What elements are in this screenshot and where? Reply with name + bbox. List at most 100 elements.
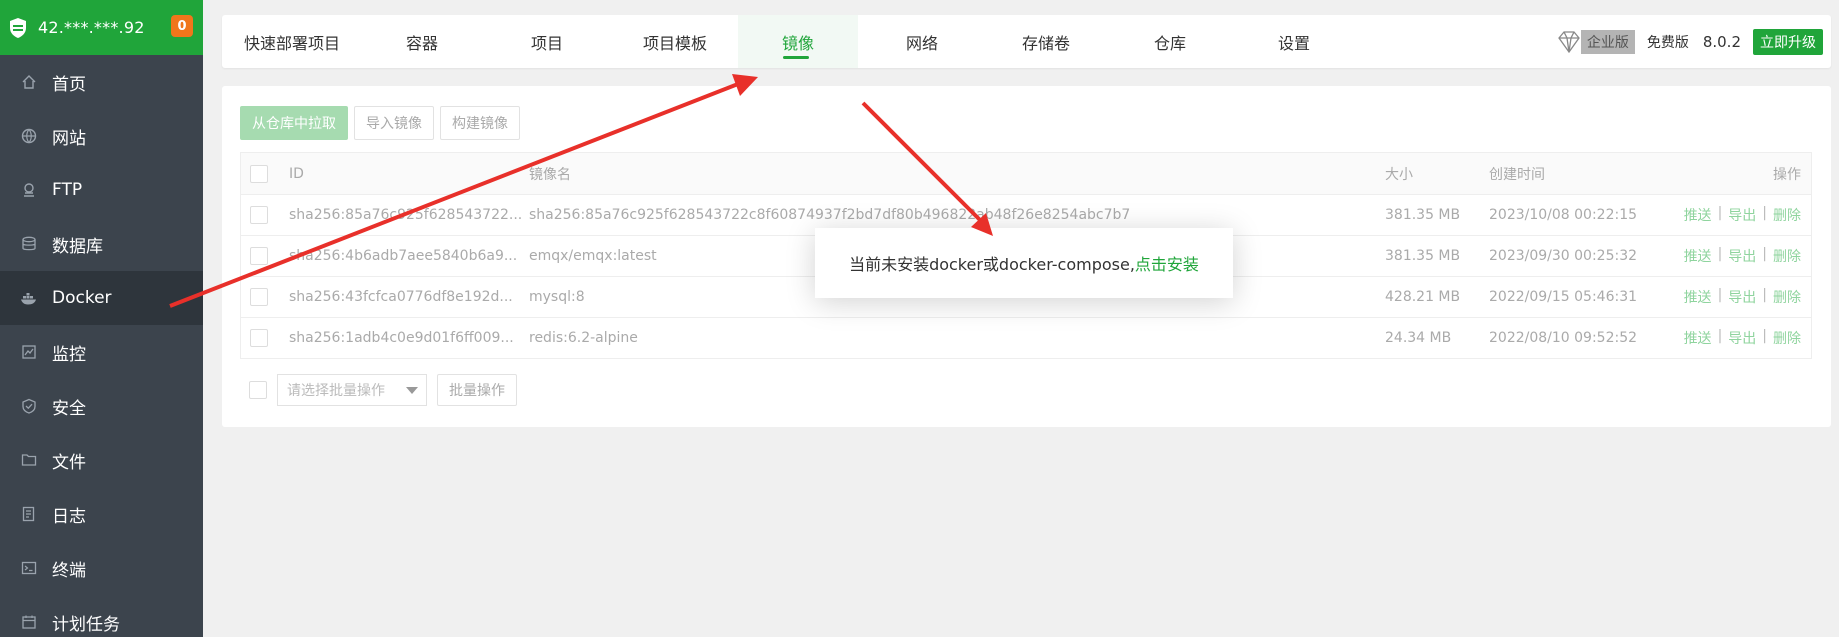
tab-containers[interactable]: 容器 — [362, 15, 482, 68]
free-edition-label: 免费版 — [1646, 35, 1689, 51]
install-link[interactable]: 点击安装 — [1135, 251, 1199, 275]
ops-separator: | — [1762, 246, 1767, 262]
dialog-message: 当前未安装docker或docker-compose, — [849, 255, 1135, 274]
sidebar-item-label: Docker — [52, 288, 112, 308]
image-name: redis:6.2-alpine — [529, 330, 638, 346]
calendar-icon — [20, 613, 38, 631]
sidebar-item-monitor[interactable]: 监控 — [0, 325, 203, 379]
image-id: sha256:4b6adb7aee5840b6a9... — [289, 248, 518, 264]
sidebar-item-cron[interactable]: 计划任务 — [0, 595, 203, 637]
image-id: sha256:85a76c925f628543722... — [289, 207, 523, 223]
shield-icon — [20, 397, 38, 415]
col-name: 镜像名 — [529, 166, 571, 183]
image-size: 428.21 MB — [1385, 289, 1461, 305]
sidebar-item-home[interactable]: 首页 — [0, 55, 203, 109]
tab-images[interactable]: 镜像 — [738, 15, 858, 68]
sidebar-item-database[interactable]: 数据库 — [0, 217, 203, 271]
tab-volumes[interactable]: 存储卷 — [986, 15, 1106, 68]
sidebar-item-label: 监控 — [52, 344, 86, 365]
table-row: sha256:1adb4c0e9d01f6ff009... redis:6.2-… — [241, 317, 1811, 358]
home-icon — [20, 73, 38, 91]
sidebar-item-terminal[interactable]: 终端 — [0, 541, 203, 595]
docker-icon — [20, 289, 38, 307]
tab-quick-deploy[interactable]: 快速部署项目 — [222, 15, 362, 68]
push-link[interactable]: 推送 — [1684, 205, 1712, 225]
upgrade-button[interactable]: 立即升级 — [1753, 29, 1823, 55]
server-ip: 42.***.***.92 — [38, 18, 145, 37]
col-ops: 操作 — [1773, 166, 1801, 183]
sidebar-item-label: 日志 — [52, 506, 86, 527]
image-size: 381.35 MB — [1385, 248, 1461, 264]
sidebar-item-label: FTP — [52, 180, 83, 200]
tab-project-templates[interactable]: 项目模板 — [610, 15, 740, 68]
build-image-button[interactable]: 构建镜像 — [440, 106, 520, 140]
diamond-icon — [1555, 29, 1583, 55]
sidebar-item-logs[interactable]: 日志 — [0, 487, 203, 541]
sidebar-item-ftp[interactable]: FTP — [0, 163, 203, 217]
batch-operation-select[interactable]: 请选择批量操作 — [277, 374, 427, 406]
sidebar: 42.***.***.92 0 首页 网站 FTP 数据库 Docker 监控 … — [0, 0, 203, 637]
monitor-icon — [20, 343, 38, 361]
terminal-icon — [20, 559, 38, 577]
enterprise-label: 企业版 — [1580, 30, 1635, 54]
sidebar-header: 42.***.***.92 0 — [0, 0, 203, 55]
pull-from-registry-button[interactable]: 从仓库中拉取 — [240, 106, 348, 140]
ops-separator: | — [1717, 328, 1723, 344]
image-created: 2022/09/15 05:46:31 — [1489, 289, 1638, 305]
notification-badge[interactable]: 0 — [171, 15, 193, 37]
delete-link[interactable]: 删除 — [1773, 246, 1801, 266]
row-checkbox[interactable] — [250, 247, 268, 265]
batch-actions: 请选择批量操作 批量操作 — [240, 374, 517, 406]
ops-separator: | — [1717, 246, 1723, 262]
push-link[interactable]: 推送 — [1684, 328, 1712, 348]
delete-link[interactable]: 删除 — [1773, 287, 1801, 307]
chevron-down-icon — [406, 387, 418, 394]
sidebar-item-security[interactable]: 安全 — [0, 379, 203, 433]
select-all-checkbox[interactable] — [250, 164, 268, 183]
row-checkbox[interactable] — [250, 288, 268, 306]
sidebar-item-label: 计划任务 — [52, 614, 120, 635]
export-link[interactable]: 导出 — [1728, 205, 1756, 225]
server-shield-icon — [8, 17, 28, 39]
sidebar-item-files[interactable]: 文件 — [0, 433, 203, 487]
image-name: mysql:8 — [529, 289, 585, 305]
tab-networks[interactable]: 网络 — [862, 15, 982, 68]
ops-separator: | — [1762, 328, 1767, 344]
export-link[interactable]: 导出 — [1728, 246, 1756, 266]
row-checkbox[interactable] — [250, 206, 268, 224]
sidebar-item-docker[interactable]: Docker — [0, 271, 203, 325]
ops-separator: | — [1717, 287, 1723, 303]
folder-icon — [20, 451, 38, 469]
image-created: 2022/08/10 09:52:52 — [1489, 330, 1638, 346]
image-size: 24.34 MB — [1385, 330, 1452, 346]
export-link[interactable]: 导出 — [1728, 287, 1756, 307]
image-name: sha256:85a76c925f628543722c8f60874937f2b… — [529, 207, 1131, 223]
database-icon — [20, 235, 38, 253]
log-icon — [20, 505, 38, 523]
header-right: 企业版 免费版 8.0.2 立即升级 — [1555, 29, 1823, 55]
enterprise-badge[interactable]: 企业版 — [1555, 29, 1635, 55]
sidebar-item-label: 网站 — [52, 128, 86, 149]
image-created: 2023/10/08 00:22:15 — [1489, 207, 1638, 223]
delete-link[interactable]: 删除 — [1773, 205, 1801, 225]
tab-registry[interactable]: 仓库 — [1110, 15, 1230, 68]
sidebar-item-website[interactable]: 网站 — [0, 109, 203, 163]
import-image-button[interactable]: 导入镜像 — [354, 106, 434, 140]
export-link[interactable]: 导出 — [1728, 328, 1756, 348]
batch-operation-button[interactable]: 批量操作 — [437, 374, 517, 406]
ftp-icon — [20, 181, 38, 199]
batch-select-checkbox[interactable] — [249, 381, 267, 399]
docker-not-installed-dialog: 当前未安装docker或docker-compose, 点击安装 — [815, 228, 1233, 298]
delete-link[interactable]: 删除 — [1773, 328, 1801, 348]
row-ops: 推送 | 导出 | 删除 — [1684, 246, 1801, 266]
tab-settings[interactable]: 设置 — [1234, 15, 1354, 68]
push-link[interactable]: 推送 — [1684, 246, 1712, 266]
toolbar: 从仓库中拉取 导入镜像 构建镜像 — [240, 106, 520, 140]
push-link[interactable]: 推送 — [1684, 287, 1712, 307]
col-id: ID — [289, 165, 304, 182]
row-ops: 推送 | 导出 | 删除 — [1684, 205, 1801, 225]
globe-icon — [20, 127, 38, 145]
sidebar-item-label: 终端 — [52, 560, 86, 581]
row-checkbox[interactable] — [250, 329, 268, 347]
tab-projects[interactable]: 项目 — [487, 15, 607, 68]
